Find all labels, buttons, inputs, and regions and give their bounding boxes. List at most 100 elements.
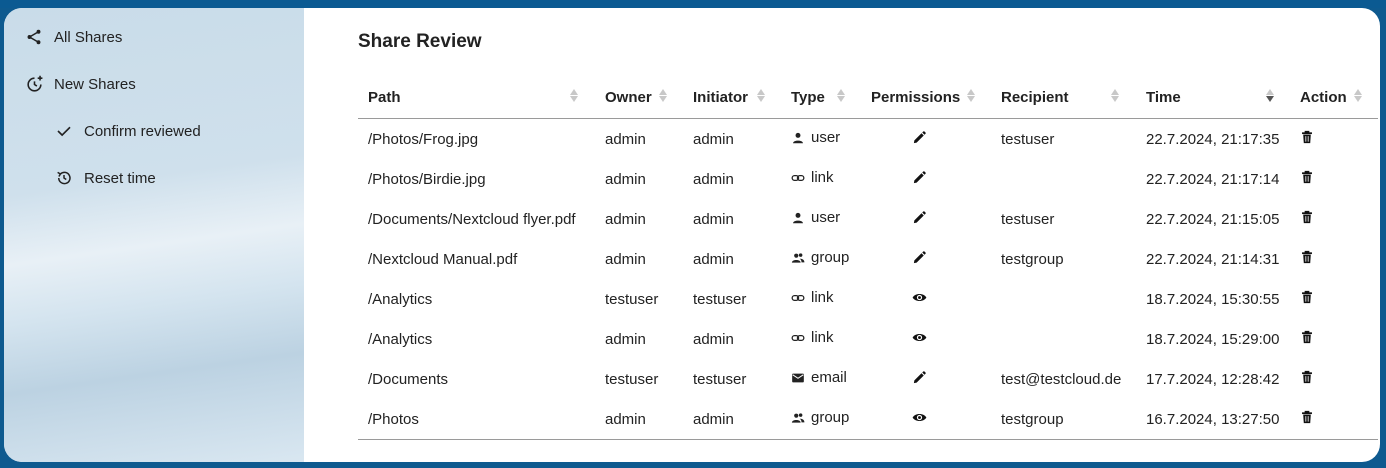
cell-owner: admin [595,399,683,440]
cell-time: 22.7.2024, 21:17:35 [1146,130,1280,148]
sort-icon [570,89,578,102]
sort-icon [757,89,765,102]
pencil-icon [912,250,927,265]
table-row: /Analytics admin admin link 18.7.2024, 15:29… [358,319,1378,359]
sort-icon [659,89,667,102]
share-table: Path Owner Initiator Type Permissions Re… [358,76,1378,440]
trash-icon[interactable] [1300,410,1314,424]
cell-type: user [781,119,861,160]
cell-action [1290,239,1378,279]
pencil-icon [912,210,927,225]
trash-icon[interactable] [1300,130,1314,144]
cell-initiator: testuser [693,290,747,308]
cell-recipient [991,159,1136,199]
table-row: /Documents/Nextcloud flyer.pdf admin admin… [358,199,1378,239]
cell-time: 22.7.2024, 21:17:14 [1146,170,1280,188]
cell-recipient [991,279,1136,319]
share-icon [24,27,44,47]
type-label: user [811,209,841,227]
cell-action [1290,199,1378,239]
cell-path: /Documents/Nextcloud flyer.pdf [368,210,576,228]
trash-icon[interactable] [1300,290,1314,304]
email-icon [791,371,805,385]
eye-icon [912,410,927,425]
trash-icon[interactable] [1300,330,1314,344]
cell-time: 18.7.2024, 15:30:55 [1146,290,1280,308]
table-row: /Photos admin admin group testgroup 16.7.2024… [358,399,1378,440]
cell-permissions [861,159,991,199]
cell-initiator: admin [693,170,734,188]
sort-icon [967,89,975,102]
cell-type: user [781,199,861,239]
history-icon [54,168,74,188]
cell-owner: admin [605,330,646,348]
user-icon [791,131,805,145]
cell-type: group [781,239,861,279]
table-row: /Nextcloud Manual.pdf admin admin group test… [358,239,1378,279]
cell-permissions [861,399,991,440]
cell-type: email [781,359,861,399]
sort-icon [837,89,845,102]
cell-recipient: testgroup [991,399,1136,440]
column-header-time[interactable]: Time [1136,76,1290,119]
cell-action [1290,359,1378,399]
trash-icon[interactable] [1300,250,1314,264]
cell-path: /Analytics [368,290,433,308]
cell-permissions [861,119,991,160]
user-icon [791,211,805,225]
cell-path: /Documents [368,370,449,388]
link-icon [791,171,805,185]
header-strip [0,0,1386,8]
cell-owner: testuser [605,370,659,388]
app-window: All Shares New Shares Confirm reviewed R… [4,8,1380,462]
cell-initiator: admin [693,330,734,348]
sort-icon [1111,89,1119,102]
trash-icon[interactable] [1300,370,1314,384]
cell-time: 22.7.2024, 21:15:05 [1146,210,1280,228]
column-header-recipient[interactable]: Recipient [991,76,1136,119]
cell-action [1290,279,1378,319]
history-plus-icon [24,74,44,94]
type-label: link [811,169,834,187]
cell-action [1290,159,1378,199]
cell-owner: testuser [605,290,659,308]
type-label: link [811,289,834,307]
trash-icon[interactable] [1300,210,1314,224]
cell-type: link [781,319,861,359]
cell-permissions [861,239,991,279]
cell-time: 17.7.2024, 12:28:42 [1146,370,1280,388]
check-icon [54,121,74,141]
column-header-path[interactable]: Path [358,76,595,119]
cell-initiator: testuser [693,370,747,388]
table-header-row: Path Owner Initiator Type Permissions Re… [358,76,1378,119]
cell-path: /Photos/Frog.jpg [368,130,479,148]
trash-icon[interactable] [1300,170,1314,184]
column-header-type[interactable]: Type [781,76,861,119]
cell-path: /Analytics [368,330,433,348]
column-header-owner[interactable]: Owner [595,76,683,119]
pencil-icon [912,130,927,145]
sidebar-item-reset-time[interactable]: Reset time [54,167,156,189]
eye-icon [912,290,927,305]
cell-action [1290,399,1378,440]
column-header-action[interactable]: Action [1290,76,1378,119]
sidebar-item-label: All Shares [54,28,123,46]
type-label: group [811,249,850,267]
sidebar-item-all-shares[interactable]: All Shares [24,26,122,48]
cell-time: 22.7.2024, 21:14:31 [1146,250,1280,268]
sidebar-item-new-shares[interactable]: New Shares [24,73,136,95]
column-header-permissions[interactable]: Permissions [861,76,991,119]
cell-action [1290,319,1378,359]
cell-path: /Nextcloud Manual.pdf [368,250,518,268]
sort-icon [1354,89,1362,102]
link-icon [791,331,805,345]
cell-time: 16.7.2024, 13:27:50 [1136,399,1290,440]
column-header-initiator[interactable]: Initiator [683,76,781,119]
sidebar-item-confirm-reviewed[interactable]: Confirm reviewed [54,120,201,142]
type-label: email [811,369,847,387]
type-label: user [811,129,841,147]
pencil-icon [912,170,927,185]
sidebar-item-label: Confirm reviewed [84,122,201,140]
sidebar-item-label: New Shares [54,75,136,93]
link-icon [791,291,805,305]
